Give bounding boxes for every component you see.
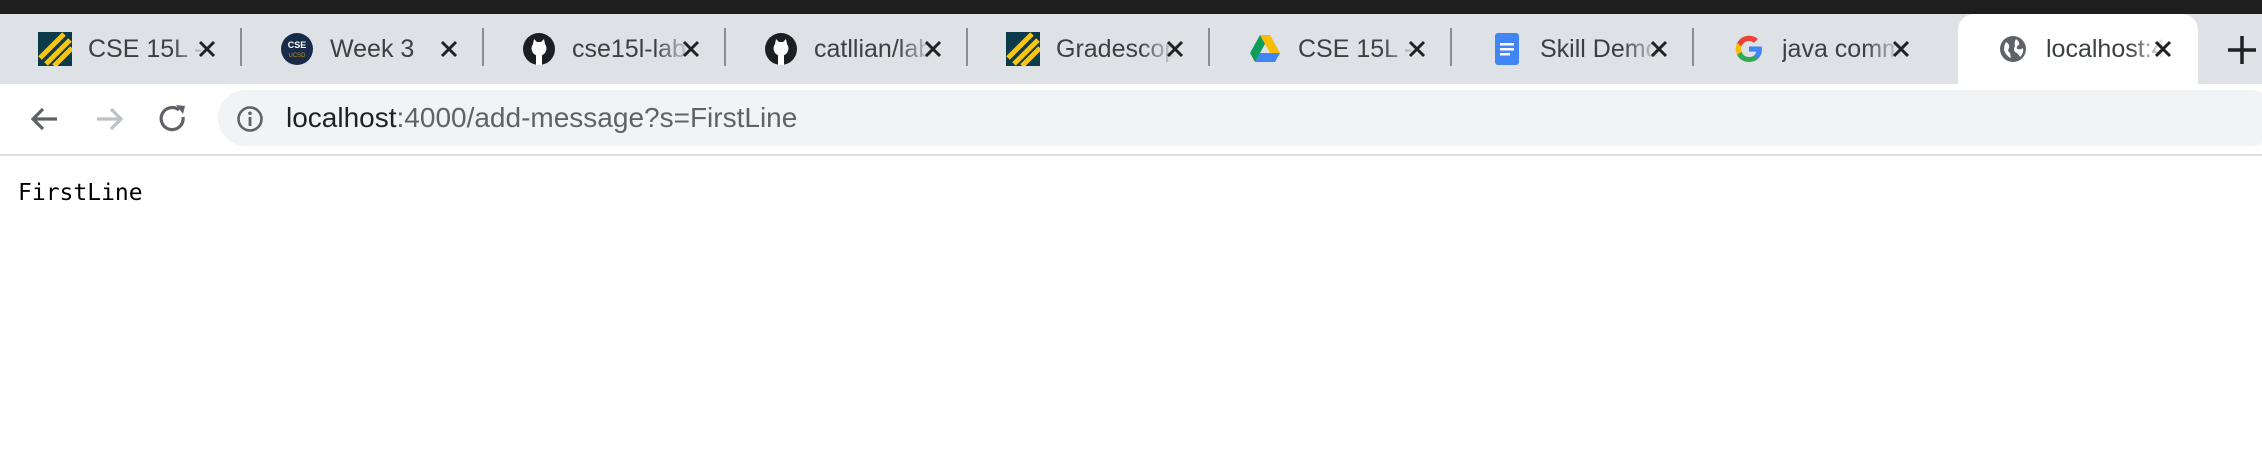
globe-icon	[1996, 32, 2030, 66]
github-icon	[764, 32, 798, 66]
tab-localhost[interactable]: localhost:4	[1958, 14, 2198, 84]
svg-text:CSE: CSE	[288, 40, 307, 50]
back-arrow-icon[interactable]	[27, 101, 63, 137]
tab-java-comm[interactable]: java comm	[1694, 14, 1936, 84]
page-text: FirstLine	[18, 180, 143, 206]
reload-icon[interactable]	[155, 101, 191, 137]
ucsd-cse-icon: CSE UCSD	[280, 32, 314, 66]
tab-title: CSE 15L - C	[1298, 34, 1418, 63]
address-bar[interactable]: localhost:4000/add-message?s=FirstLine	[218, 90, 2262, 146]
close-tab-icon[interactable]	[1644, 34, 1674, 64]
tab-skill-demo[interactable]: Skill Demo	[1452, 14, 1694, 84]
tab-title: Week 3	[330, 34, 415, 63]
tab-title: Skill Demo	[1540, 34, 1660, 63]
tab-cse15l-lab[interactable]: cse15l-lab-	[484, 14, 726, 84]
tab-catllian-lab[interactable]: catllian/lab	[726, 14, 968, 84]
gradescope-icon	[38, 32, 72, 66]
site-info-icon[interactable]	[236, 105, 264, 133]
close-tab-icon[interactable]	[1160, 34, 1190, 64]
gradescope-icon	[1006, 32, 1040, 66]
close-tab-icon[interactable]	[1402, 34, 1432, 64]
forward-arrow-icon[interactable]	[91, 101, 127, 137]
google-icon	[1732, 32, 1766, 66]
close-tab-icon[interactable]	[434, 34, 464, 64]
url-text[interactable]: localhost:4000/add-message?s=FirstLine	[286, 102, 797, 134]
tab-title: cse15l-lab-	[572, 34, 692, 63]
github-icon	[522, 32, 556, 66]
tab-week-3[interactable]: CSE UCSD Week 3	[242, 14, 484, 84]
svg-text:UCSD: UCSD	[288, 53, 306, 59]
close-tab-icon[interactable]	[1886, 34, 1916, 64]
tab-gradescope[interactable]: Gradescop	[968, 14, 1210, 84]
tab-title: catllian/lab	[814, 34, 933, 63]
new-tab-icon[interactable]	[2222, 30, 2262, 70]
url-host: localhost	[286, 102, 397, 133]
close-tab-icon[interactable]	[2148, 34, 2178, 64]
url-path: :4000/add-message?s=FirstLine	[396, 102, 798, 133]
close-tab-icon[interactable]	[918, 34, 948, 64]
google-drive-icon	[1248, 32, 1282, 66]
page-content: FirstLine	[0, 156, 2262, 456]
tab-title: CSE 15L - S	[88, 34, 208, 63]
close-tab-icon[interactable]	[192, 34, 222, 64]
tab-cse15l-s[interactable]: CSE 15L - S	[0, 14, 242, 84]
google-docs-icon	[1490, 32, 1524, 66]
tab-strip: CSE 15L - S CSE UCSD Week 3 cse15l-lab- c…	[0, 0, 2262, 84]
browser-toolbar: localhost:4000/add-message?s=FirstLine	[0, 84, 2262, 156]
tab-title: Gradescop	[1056, 34, 1176, 63]
tab-cse15l-drive[interactable]: CSE 15L - C	[1210, 14, 1452, 84]
tab-title: java comm	[1782, 34, 1902, 63]
close-tab-icon[interactable]	[676, 34, 706, 64]
